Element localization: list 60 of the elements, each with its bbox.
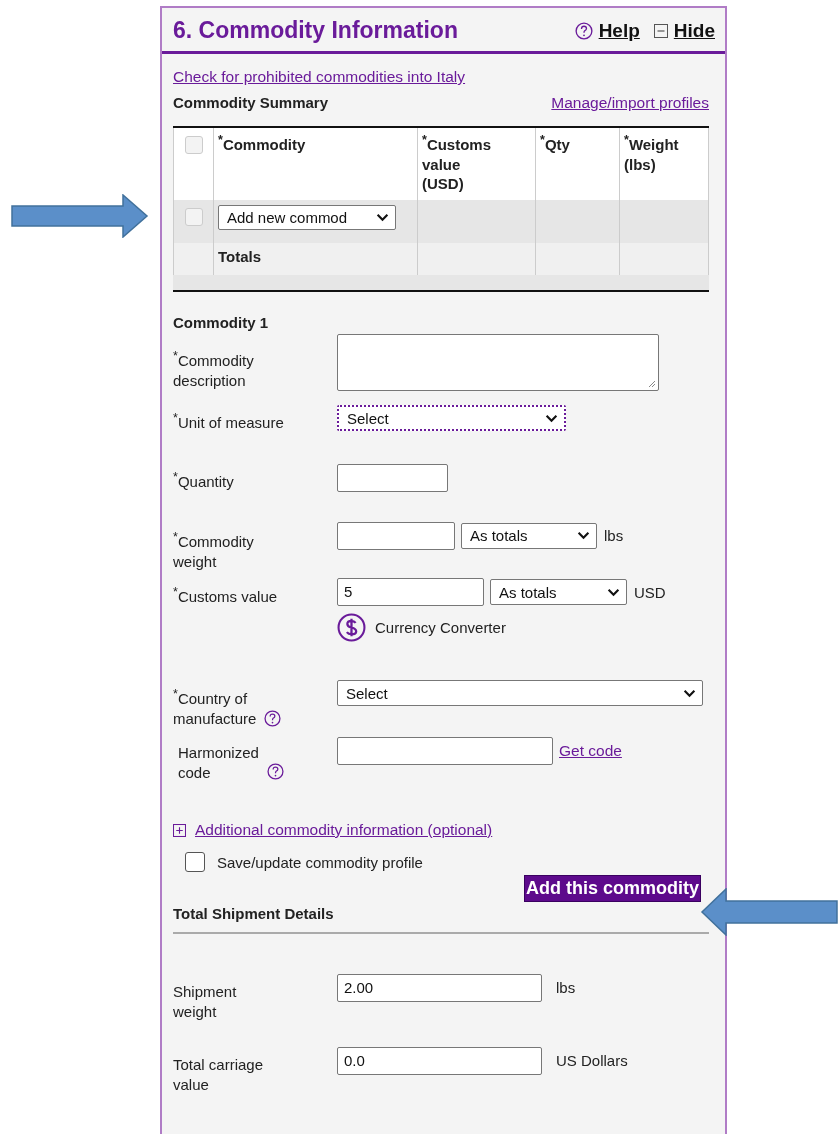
description-textarea[interactable] [337, 334, 659, 391]
dollar-icon[interactable] [337, 613, 366, 642]
field-label: $^{*}$Country of manufacture [173, 686, 257, 730]
collapse-icon[interactable] [653, 23, 668, 38]
caret-icon[interactable] [545, 413, 558, 423]
currency-converter-text[interactable]: Currency Converter [375, 619, 506, 636]
prohibited-commodities-link[interactable]: Check for prohibited commodities into Italy [173, 68, 709, 86]
select-dropdown[interactable]: As totals [490, 579, 627, 605]
additional-info-link[interactable]: Additional commodity information (optional) [195, 821, 493, 839]
field-label: Harmonized code [177, 742, 259, 783]
shipment-heading: Total Shipment Details [173, 905, 335, 922]
text-input[interactable]: 5 [337, 578, 484, 606]
column-header: $^{*}$Commodity [218, 136, 306, 153]
field-label: $^{*}$Commodity description [173, 347, 254, 391]
select-all-checkbox[interactable] [184, 136, 203, 154]
help-icon[interactable] [266, 763, 284, 780]
hide-link[interactable]: Hide [673, 19, 715, 42]
summary-heading: Commodity Summary [173, 94, 329, 112]
select-dropdown[interactable]: As totals [461, 522, 597, 549]
text-input[interactable] [337, 464, 448, 493]
field-label: $^{*}$Quantity [173, 469, 234, 493]
field-label: $^{*}$Customs value [173, 584, 278, 607]
help-icon[interactable] [264, 709, 282, 727]
unit-label: lbs [556, 978, 576, 996]
save-profile-checkbox[interactable] [185, 852, 205, 872]
row-checkbox[interactable] [184, 208, 203, 226]
help-icon[interactable] [574, 21, 593, 40]
field-label: $^{*}$Commodity weight [173, 528, 254, 572]
unit-label: lbs [604, 527, 624, 544]
commodity-heading: Commodity 1 [173, 314, 269, 331]
caret-icon[interactable] [376, 213, 389, 222]
caret-icon[interactable] [683, 688, 696, 698]
totals-label: Totals [218, 248, 262, 265]
get-code-link[interactable]: Get code [559, 741, 622, 760]
resize-grip-icon[interactable] [646, 378, 656, 388]
column-header: $^{*}$Customs value (USD) [422, 136, 492, 192]
text-input[interactable] [337, 736, 553, 765]
select-dropdown[interactable]: Select [337, 405, 566, 431]
text-input[interactable] [337, 521, 455, 550]
select-dropdown[interactable]: Select [337, 680, 703, 706]
unit-label: USD [634, 583, 666, 601]
save-profile-label: Save/update commodity profile [217, 853, 423, 871]
expand-icon[interactable] [173, 823, 186, 837]
section-title: 6. Commodity Information [173, 17, 458, 44]
arrow-annotation-icon [700, 888, 838, 936]
field-label: $^{*}$Unit of measure [173, 410, 284, 433]
text-input[interactable]: 0.0 [337, 1046, 542, 1075]
column-header: $^{*}$Weight (lbs) [624, 136, 679, 173]
field-label: Total carriage value [173, 1054, 264, 1095]
text-input[interactable]: 2.00 [337, 974, 542, 1002]
column-header: $^{*}$Qty [540, 136, 570, 153]
caret-icon[interactable] [577, 531, 590, 540]
manage-profiles-link[interactable]: Manage/import profiles [551, 94, 709, 112]
help-link[interactable]: Help [598, 19, 640, 42]
arrow-annotation-icon [11, 194, 149, 238]
unit-label: US Dollars [556, 1050, 628, 1069]
field-label: Shipment weight [173, 982, 237, 1023]
add-commodity-button[interactable]: Add this commodity [524, 875, 701, 902]
commodity-select[interactable]: Add new commod [218, 205, 396, 230]
caret-icon[interactable] [607, 587, 620, 597]
